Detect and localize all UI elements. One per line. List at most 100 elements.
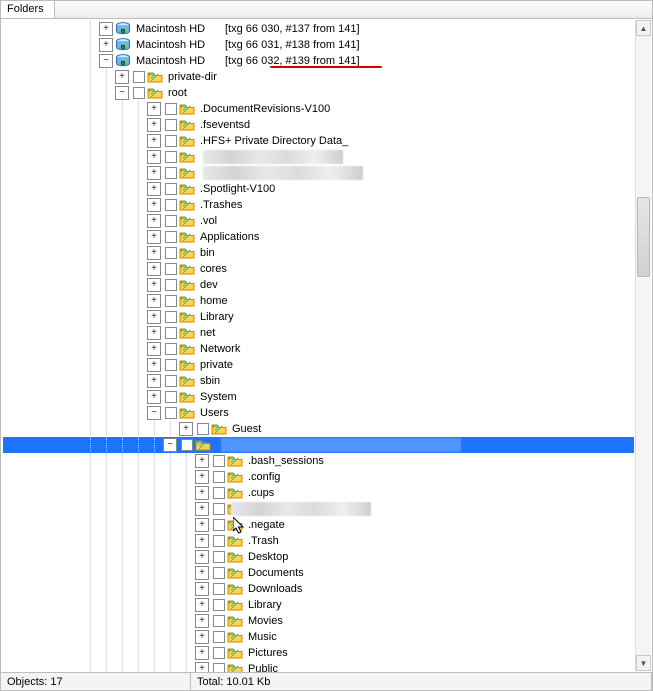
tree-checkbox[interactable] (197, 423, 209, 435)
expand-toggle[interactable]: + (147, 390, 161, 404)
tree-checkbox[interactable] (165, 407, 177, 419)
collapse-toggle[interactable]: − (99, 54, 113, 68)
tree-checkbox[interactable] (165, 103, 177, 115)
tree-row[interactable]: +Documents (3, 565, 634, 581)
tree-checkbox[interactable] (165, 375, 177, 387)
tab-folders[interactable]: Folders (1, 1, 55, 18)
tree-row[interactable]: +Macintosh HD[txg 66 030, #137 from 141] (3, 21, 634, 37)
expand-toggle[interactable]: + (195, 630, 209, 644)
tree-row[interactable]: +Downloads (3, 581, 634, 597)
tree-checkbox[interactable] (181, 439, 193, 451)
tree-checkbox[interactable] (213, 487, 225, 499)
tree-checkbox[interactable] (165, 199, 177, 211)
tree-checkbox[interactable] (213, 455, 225, 467)
tree-row[interactable]: +.DocumentRevisions-V100 (3, 101, 634, 117)
tree-checkbox[interactable] (165, 359, 177, 371)
tree-row[interactable]: +.Spotlight-V100 (3, 181, 634, 197)
tree-checkbox[interactable] (213, 663, 225, 672)
expand-toggle[interactable]: + (147, 118, 161, 132)
expand-toggle[interactable]: + (147, 150, 161, 164)
tree-checkbox[interactable] (165, 391, 177, 403)
tree-row[interactable]: +Library (3, 309, 634, 325)
tree-row[interactable]: +.Trash (3, 533, 634, 549)
expand-toggle[interactable]: + (147, 182, 161, 196)
expand-toggle[interactable]: + (147, 198, 161, 212)
tree-row[interactable]: +Network (3, 341, 634, 357)
collapse-toggle[interactable]: − (147, 406, 161, 420)
tree-row[interactable]: +.config (3, 469, 634, 485)
tree-checkbox[interactable] (165, 279, 177, 291)
tree-row[interactable]: +.bash_sessions (3, 453, 634, 469)
expand-toggle[interactable]: + (147, 246, 161, 260)
tree-checkbox[interactable] (165, 343, 177, 355)
expand-toggle[interactable]: + (195, 518, 209, 532)
expand-toggle[interactable]: + (147, 310, 161, 324)
tree-checkbox[interactable] (165, 295, 177, 307)
expand-toggle[interactable]: + (179, 422, 193, 436)
expand-toggle[interactable]: + (195, 454, 209, 468)
tree-row[interactable]: +net (3, 325, 634, 341)
expand-toggle[interactable]: + (147, 230, 161, 244)
expand-toggle[interactable]: + (147, 358, 161, 372)
tree-row[interactable]: +Music (3, 629, 634, 645)
tree-row[interactable]: +Desktop (3, 549, 634, 565)
tree-row[interactable]: +Movies (3, 613, 634, 629)
scroll-thumb[interactable] (637, 197, 650, 277)
tree-row[interactable]: + (3, 149, 634, 165)
expand-toggle[interactable]: + (147, 294, 161, 308)
tree-row[interactable]: +.Trashes (3, 197, 634, 213)
expand-toggle[interactable]: + (195, 470, 209, 484)
tree-checkbox[interactable] (213, 647, 225, 659)
tree-checkbox[interactable] (165, 263, 177, 275)
tree-row[interactable]: + (3, 165, 634, 181)
tree-row[interactable]: +.negate (3, 517, 634, 533)
tree-checkbox[interactable] (213, 631, 225, 643)
expand-toggle[interactable]: + (195, 662, 209, 672)
tree-checkbox[interactable] (165, 327, 177, 339)
tree-checkbox[interactable] (165, 151, 177, 163)
tree-row[interactable]: − (3, 437, 634, 453)
tree-checkbox[interactable] (165, 183, 177, 195)
expand-toggle[interactable]: + (195, 566, 209, 580)
tree-checkbox[interactable] (213, 503, 225, 515)
tree-row[interactable]: +.fseventsd (3, 117, 634, 133)
tree-row[interactable]: +private-dir (3, 69, 634, 85)
tree-row[interactable]: +Applications (3, 229, 634, 245)
expand-toggle[interactable]: + (147, 134, 161, 148)
tree-checkbox[interactable] (213, 599, 225, 611)
expand-toggle[interactable]: + (115, 70, 129, 84)
collapse-toggle[interactable]: − (115, 86, 129, 100)
expand-toggle[interactable]: + (195, 598, 209, 612)
tree-checkbox[interactable] (213, 615, 225, 627)
expand-toggle[interactable]: + (195, 582, 209, 596)
tree-row[interactable]: −Macintosh HD[txg 66 032, #139 from 141] (3, 53, 634, 69)
tree-row[interactable]: +Public (3, 661, 634, 672)
tree-checkbox[interactable] (165, 135, 177, 147)
tree-checkbox[interactable] (213, 519, 225, 531)
tree-checkbox[interactable] (213, 551, 225, 563)
tree-row[interactable]: +Guest (3, 421, 634, 437)
expand-toggle[interactable]: + (99, 38, 113, 52)
tree-checkbox[interactable] (165, 247, 177, 259)
expand-toggle[interactable]: + (147, 102, 161, 116)
tree-checkbox[interactable] (213, 567, 225, 579)
tree-row[interactable]: +Pictures (3, 645, 634, 661)
tree-row[interactable]: −root (3, 85, 634, 101)
expand-toggle[interactable]: + (195, 486, 209, 500)
expand-toggle[interactable]: + (147, 278, 161, 292)
scroll-down-button[interactable]: ▼ (636, 655, 651, 671)
scroll-up-button[interactable]: ▲ (636, 20, 651, 36)
tree-checkbox[interactable] (133, 87, 145, 99)
tree-row[interactable]: + (3, 501, 634, 517)
tree-checkbox[interactable] (165, 119, 177, 131)
tree-checkbox[interactable] (213, 535, 225, 547)
tree-row[interactable]: +home (3, 293, 634, 309)
tree-row[interactable]: +Macintosh HD[txg 66 031, #138 from 141] (3, 37, 634, 53)
tree-checkbox[interactable] (213, 583, 225, 595)
expand-toggle[interactable]: + (195, 550, 209, 564)
expand-toggle[interactable]: + (195, 646, 209, 660)
tree-row[interactable]: +System (3, 389, 634, 405)
vertical-scrollbar[interactable]: ▲ ▼ (635, 20, 651, 671)
expand-toggle[interactable]: + (147, 342, 161, 356)
tree-row[interactable]: +dev (3, 277, 634, 293)
